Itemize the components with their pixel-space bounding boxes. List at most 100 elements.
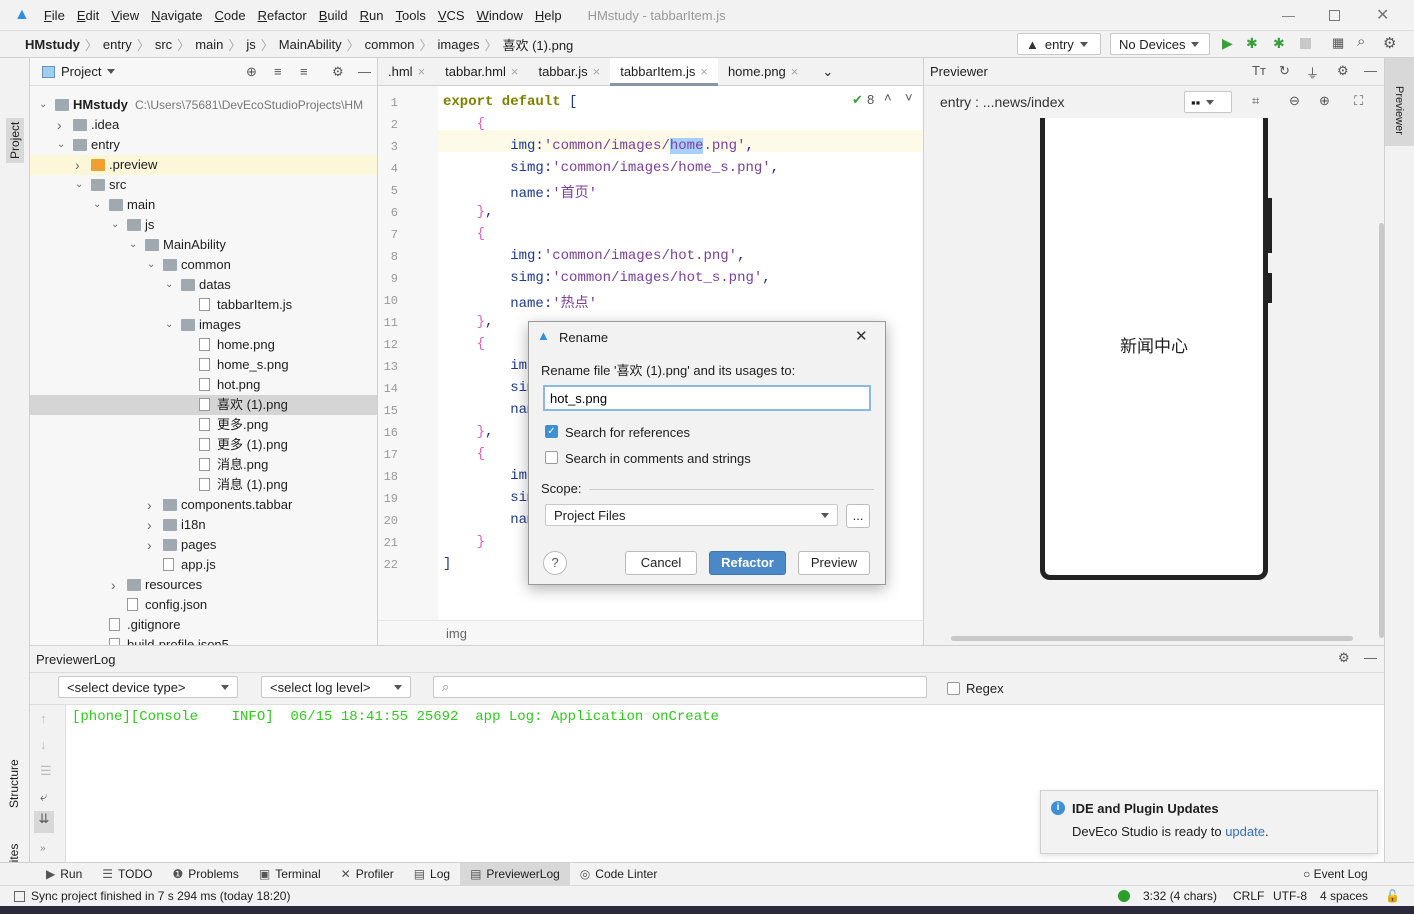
tree-item[interactable]: ⌄ entry	[30, 135, 377, 155]
down-icon[interactable]: ↓	[40, 737, 47, 752]
refresh-icon[interactable]: ↻	[1279, 63, 1290, 79]
menu-edit[interactable]: Edit	[71, 8, 105, 23]
menu-view[interactable]: View	[105, 8, 145, 23]
inspection-ok-icon[interactable]: ✔	[852, 92, 863, 108]
code-line[interactable]: img:'common/images/hot.png',	[443, 248, 745, 264]
menu-run[interactable]: Run	[354, 8, 390, 23]
chevron-right-icon[interactable]: ›	[147, 515, 152, 535]
update-link[interactable]: update	[1225, 824, 1265, 839]
event-log-button[interactable]: ○ Event Log	[1303, 867, 1368, 881]
tree-item[interactable]: › resources	[30, 575, 377, 595]
attach-debugger-icon[interactable]: ✱	[1273, 35, 1285, 52]
tree-item[interactable]: 喜欢 (1).png	[30, 395, 377, 415]
close-icon[interactable]: ✕	[855, 327, 868, 345]
breadcrumb-item[interactable]: 喜欢 (1).png	[497, 35, 578, 54]
code-line[interactable]: },	[443, 424, 494, 440]
gear-icon[interactable]: ⚙	[1337, 63, 1349, 79]
chevron-down-icon[interactable]: ⌄	[147, 255, 155, 275]
next-highlight-icon[interactable]: ˅	[905, 90, 913, 105]
project-view-select[interactable]: Project	[61, 64, 101, 79]
tab--hml[interactable]: .hml ×	[378, 58, 435, 86]
structure-tool-button[interactable]: Structure	[7, 759, 21, 808]
scroll-to-end-icon[interactable]: ⇊	[34, 811, 54, 833]
run-icon[interactable]: ▶	[1222, 35, 1233, 52]
tree-item[interactable]: build-profile.json5	[30, 635, 377, 645]
close-tab-icon[interactable]: ×	[700, 64, 708, 79]
code-line[interactable]: name:'首页'	[443, 182, 597, 202]
file-encoding[interactable]: UTF-8	[1273, 889, 1307, 903]
close-tab-icon[interactable]: ×	[593, 64, 601, 79]
close-tab-icon[interactable]: ×	[418, 64, 426, 79]
menu-help[interactable]: Help	[529, 8, 568, 23]
status-toggle-icon[interactable]	[14, 890, 25, 902]
code-line[interactable]: sim	[443, 380, 535, 396]
stop-icon[interactable]	[1300, 38, 1311, 49]
code-line[interactable]: {	[443, 336, 485, 352]
inspection-count[interactable]: 8	[867, 92, 874, 107]
collapse-all-icon[interactable]: ≡	[300, 64, 308, 79]
code-line[interactable]: {	[443, 226, 485, 242]
cancel-button[interactable]: Cancel	[625, 551, 697, 575]
gear-icon[interactable]: ⚙	[1383, 34, 1396, 52]
breadcrumb-item[interactable]: main	[190, 37, 228, 52]
editor-breadcrumb[interactable]: img	[446, 626, 467, 641]
code-line[interactable]: export default [	[443, 94, 577, 110]
menu-vcs[interactable]: VCS	[432, 8, 471, 23]
scope-select[interactable]: Project Files	[545, 504, 838, 526]
menu-tools[interactable]: Tools	[390, 8, 432, 23]
hide-icon[interactable]: —	[1364, 63, 1377, 78]
search-references-checkbox[interactable]: ✓	[545, 425, 558, 438]
close-window-button[interactable]: ✕	[1376, 5, 1389, 25]
code-line[interactable]: ]	[443, 556, 451, 572]
tree-item[interactable]: hot.png	[30, 375, 377, 395]
tree-item[interactable]: ⌄ js	[30, 215, 377, 235]
preview-button[interactable]: Preview	[798, 551, 870, 575]
hide-icon[interactable]: —	[1364, 650, 1377, 665]
chevron-right-icon[interactable]: ›	[111, 575, 116, 595]
menu-window[interactable]: Window	[471, 8, 529, 23]
code-line[interactable]: simg:'common/images/hot_s.png',	[443, 270, 770, 286]
code-line[interactable]: },	[443, 204, 494, 220]
caret-position[interactable]: 3:32 (4 chars)	[1143, 889, 1217, 903]
tree-item[interactable]: 消息 (1).png	[30, 475, 377, 495]
tree-item[interactable]: ⌄ images	[30, 315, 377, 335]
chevron-down-icon[interactable]: ⌄	[57, 135, 65, 155]
tool-window-log[interactable]: ▤ Log	[404, 863, 460, 886]
code-line[interactable]: nam	[443, 512, 535, 528]
lock-icon[interactable]: 🔓	[1385, 889, 1400, 903]
breadcrumb-item[interactable]: entry	[98, 37, 137, 52]
device-select[interactable]: No Devices	[1110, 33, 1210, 55]
code-line[interactable]: nam	[443, 402, 535, 418]
tree-item[interactable]: ⌄ common	[30, 255, 377, 275]
tool-window-problems[interactable]: ❶ Problems	[162, 863, 248, 886]
chevron-right-icon[interactable]: ›	[75, 155, 80, 175]
chevron-down-icon[interactable]: ⌄	[111, 215, 119, 235]
breadcrumb-item[interactable]: js	[241, 37, 260, 52]
menu-code[interactable]: Code	[208, 8, 251, 23]
tool-window-previewerlog[interactable]: ▤ PreviewerLog	[460, 862, 570, 886]
status-message[interactable]: Sync project finished in 7 s 294 ms (tod…	[31, 889, 290, 903]
breadcrumb-item[interactable]: src	[150, 37, 177, 52]
tree-item[interactable]: ⌄ main	[30, 195, 377, 215]
indent-setting[interactable]: 4 spaces	[1320, 889, 1368, 903]
tool-window-code-linter[interactable]: ◎ Code Linter	[570, 863, 668, 886]
search-comments-checkbox[interactable]	[545, 451, 558, 464]
chevron-down-icon[interactable]: ⌄	[165, 315, 173, 335]
chevron-down-icon[interactable]: ⌄	[93, 195, 101, 215]
tree-item[interactable]: › components.tabbar	[30, 495, 377, 515]
more-icon[interactable]: »	[40, 843, 46, 854]
zoom-in-icon[interactable]: ⊕	[1319, 93, 1330, 109]
regex-checkbox[interactable]	[947, 682, 960, 695]
run-config-select[interactable]: ▲ entry	[1017, 33, 1101, 55]
chevron-right-icon[interactable]: ›	[147, 535, 152, 555]
prev-highlight-icon[interactable]: ˄	[884, 90, 892, 105]
tree-item[interactable]: app.js	[30, 555, 377, 575]
help-button[interactable]: ?	[543, 551, 567, 575]
tab-home-png[interactable]: home.png ×	[718, 58, 808, 86]
tree-item[interactable]: › pages	[30, 535, 377, 555]
tool-window-terminal[interactable]: ▣ Terminal	[249, 863, 331, 886]
code-line[interactable]: sim	[443, 490, 535, 506]
tab-tabbar-js[interactable]: tabbar.js ×	[528, 58, 610, 86]
tree-item[interactable]: home.png	[30, 335, 377, 355]
code-line[interactable]: }	[443, 534, 485, 550]
